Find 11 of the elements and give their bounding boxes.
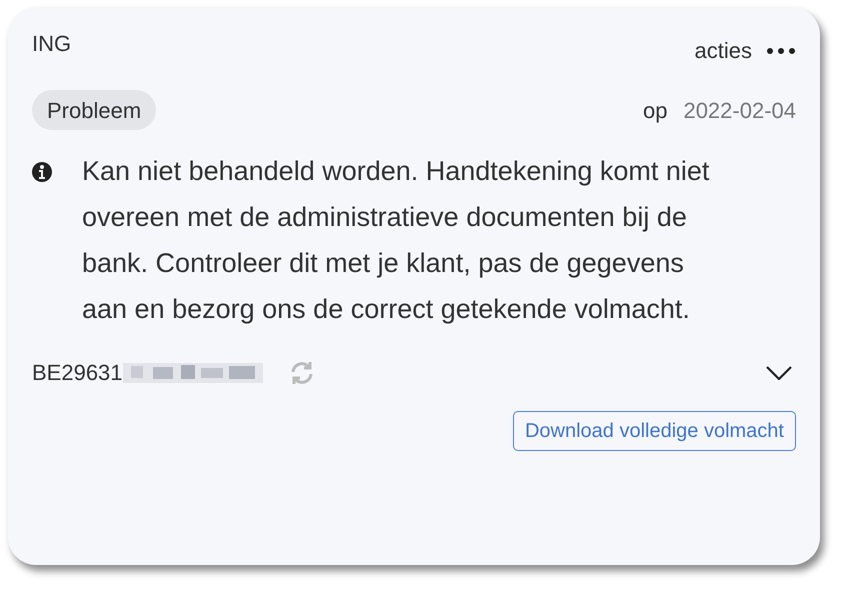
actions-button[interactable]: acties [694,38,796,64]
more-icon [766,47,796,55]
account-number: BE29631 [32,359,123,387]
message-text: Kan niet behandeld worden. Handtekening komt niet overeen met de administratieve documenten bij de bank. Controleer dit met je klant, pas de gegevens aan en bezorg ons de correct getekende volmacht. [82,155,710,326]
date-prefix: op [642,96,668,125]
download-button[interactable]: Download volledige volmacht [512,411,796,451]
chevron-down-icon[interactable] [766,366,792,380]
info-icon [32,162,52,182]
date-text: 2022-02-04 [683,96,796,124]
bank-name: ING [32,31,72,57]
status-badge: Probleem [32,90,156,130]
